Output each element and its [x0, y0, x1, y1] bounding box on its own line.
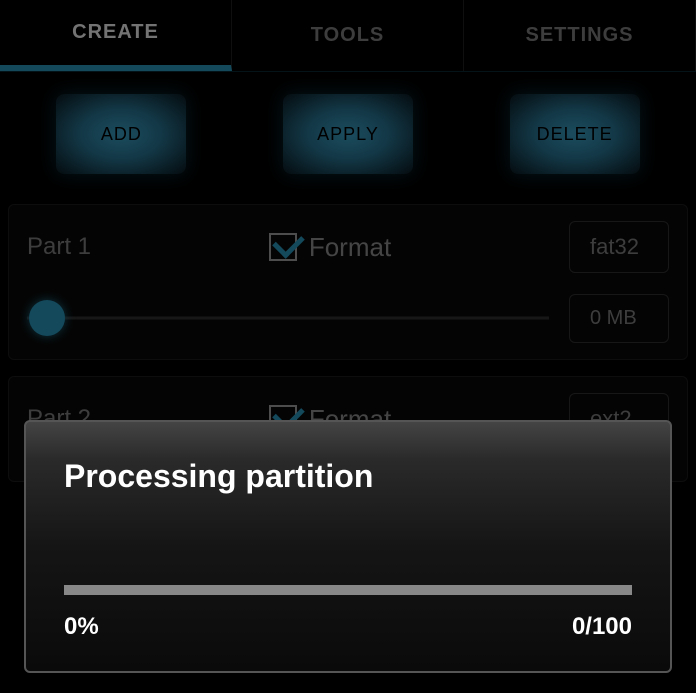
progress-bar	[64, 585, 632, 595]
progress-percent: 0%	[64, 613, 99, 641]
progress-dialog: Processing partition 0% 0/100	[24, 420, 672, 673]
dialog-title: Processing partition	[64, 458, 632, 495]
progress-count: 0/100	[572, 613, 632, 641]
